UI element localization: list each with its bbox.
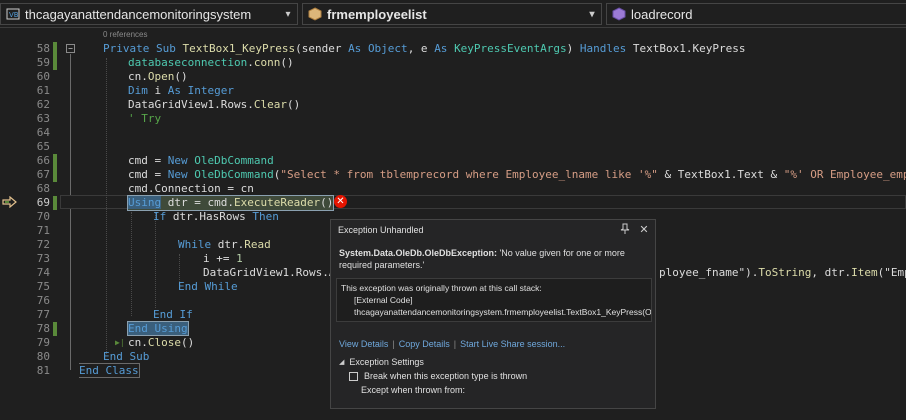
line-number: 79 [36, 336, 50, 349]
line-number: 72 [36, 238, 50, 251]
link-separator: | [453, 339, 457, 349]
code-line-77: End If [153, 308, 193, 321]
line-number-gutter: 58 59 60 61 62 63 64 65 66 67 68 69 70 71 72 73 74 75 76 77… [22, 28, 50, 420]
call-stack-intro: This exception was originally thrown at … [341, 283, 542, 293]
code-line-58: Private Sub TextBox1_KeyPress(sender As … [103, 42, 746, 55]
code-line-75: End While [178, 280, 238, 293]
indent-guide [106, 58, 107, 354]
line-number: 73 [36, 252, 50, 265]
code-line-79: cn.Close() [128, 336, 195, 349]
code-line-80: End Sub [103, 350, 150, 363]
method-icon [611, 7, 627, 21]
line-number: 60 [36, 70, 50, 83]
call-stack-frame: [External Code] [354, 295, 413, 305]
error-icon[interactable]: ✕ [334, 195, 347, 208]
line-number: 70 [36, 210, 50, 223]
code-line-63: ' Try [128, 112, 162, 125]
class-dropdown[interactable]: frmemployeelist ▾ [302, 3, 602, 25]
collapse-toggle[interactable]: − [66, 44, 75, 53]
call-stack-frame: thcagayanattendancemonitoringsystem.frme… [354, 307, 652, 317]
chevron-down-icon: ▾ [285, 8, 291, 20]
link-separator: | [392, 339, 395, 349]
code-line-78: End Using [127, 321, 189, 336]
code-line-70: If dtr.HasRows Then [153, 210, 279, 223]
class-dropdown-label: frmemployeelist [327, 6, 427, 22]
code-line-66: cmd = New OleDbCommand [128, 154, 274, 167]
line-number: 75 [36, 280, 50, 293]
change-bar [53, 196, 57, 210]
vb-project-icon: VB [5, 7, 21, 21]
code-line-69: Using dtr = cmd.ExecuteReader() [126, 195, 335, 211]
line-number: 63 [36, 112, 50, 125]
change-bar [53, 322, 57, 336]
exception-popup: Exception Unhandled ✕ System.Data.OleDb.… [330, 219, 656, 409]
call-stack-box[interactable]: This exception was originally thrown at … [336, 278, 652, 322]
change-bar [53, 154, 57, 182]
code-line-74: DataGridView1.Rows.A [203, 266, 336, 279]
line-number: 58 [36, 42, 50, 55]
line-number: 68 [36, 182, 50, 195]
class-icon [307, 7, 323, 21]
line-number: 78 [36, 322, 50, 335]
exception-links: View Details | Copy Details | Start Live… [339, 339, 565, 349]
code-line-59: databaseconnection.conn() [128, 56, 294, 69]
expand-triangle-icon: ◢ [339, 359, 345, 366]
exception-popup-title: Exception Unhandled [338, 225, 424, 235]
code-line-61: Dim i As Integer [128, 84, 234, 97]
member-dropdown-label: loadrecord [631, 6, 693, 22]
code-editor[interactable]: 58 59 60 61 62 63 64 65 66 67 68 69 70 71 72 73 74 75 76 77… [0, 28, 906, 420]
line-number: 74 [36, 266, 50, 279]
exception-type: System.Data.OleDb.OleDbException: [339, 248, 498, 258]
run-to-click-icon[interactable]: ▶| [115, 336, 125, 350]
line-number: 76 [36, 294, 50, 307]
code-line-74-tail: ployee_fname").ToString, dtr.Item("Emplo… [659, 266, 906, 279]
line-number: 67 [36, 168, 50, 181]
line-number: 59 [36, 56, 50, 69]
change-bar [53, 42, 57, 70]
project-dropdown[interactable]: VB thcagayanattendancemonitoringsystem ▾ [0, 3, 298, 25]
line-number: 77 [36, 308, 50, 321]
line-number: 62 [36, 98, 50, 111]
close-icon[interactable]: ✕ [637, 223, 651, 237]
chevron-down-icon: ▾ [589, 8, 595, 20]
navigation-bar: VB thcagayanattendancemonitoringsystem ▾… [0, 0, 906, 28]
svg-text:VB: VB [9, 11, 19, 19]
code-line-73: i += 1 [203, 252, 243, 265]
codelens-references[interactable]: 0 references [103, 30, 147, 40]
break-when-thrown-checkbox[interactable]: Break when this exception type is thrown [349, 371, 527, 381]
exception-settings-title: Exception Settings [349, 357, 424, 367]
line-number: 80 [36, 350, 50, 363]
project-dropdown-label: thcagayanattendancemonitoringsystem [25, 6, 252, 22]
glyph-margin[interactable] [0, 28, 22, 420]
line-number: 64 [36, 126, 50, 139]
line-number: 66 [36, 154, 50, 167]
pin-icon[interactable] [618, 223, 632, 237]
line-number: 81 [36, 364, 50, 377]
line-number: 65 [36, 140, 50, 153]
line-number: 69 [36, 196, 50, 209]
checkbox-box[interactable] [349, 371, 358, 381]
indent-guide [131, 212, 132, 316]
member-dropdown[interactable]: loadrecord [606, 3, 906, 25]
except-when-thrown-label: Except when thrown from: [361, 385, 466, 395]
code-line-67: cmd = New OleDbCommand("Select * from tb… [128, 168, 906, 181]
exception-settings-toggle[interactable]: ◢ Exception Settings [339, 357, 424, 367]
line-number: 61 [36, 84, 50, 97]
line-number: 71 [36, 224, 50, 237]
code-line-72: While dtr.Read [178, 238, 271, 251]
view-details-link[interactable]: View Details [339, 339, 388, 349]
indent-guide [155, 212, 156, 308]
live-share-link[interactable]: Start Live Share session... [460, 339, 565, 349]
code-line-60: cn.Open() [128, 70, 188, 83]
copy-details-link[interactable]: Copy Details [399, 339, 450, 349]
code-line-68: cmd.Connection = cn [128, 182, 254, 195]
fold-guide [70, 54, 71, 370]
code-line-62: DataGridView1.Rows.Clear() [128, 98, 301, 111]
code-line-81: End Class [79, 363, 140, 378]
exception-message: System.Data.OleDb.OleDbException: 'No va… [339, 247, 647, 271]
checkbox-label: Break when this exception type is thrown [364, 371, 528, 381]
current-statement-arrow-icon [2, 196, 17, 208]
